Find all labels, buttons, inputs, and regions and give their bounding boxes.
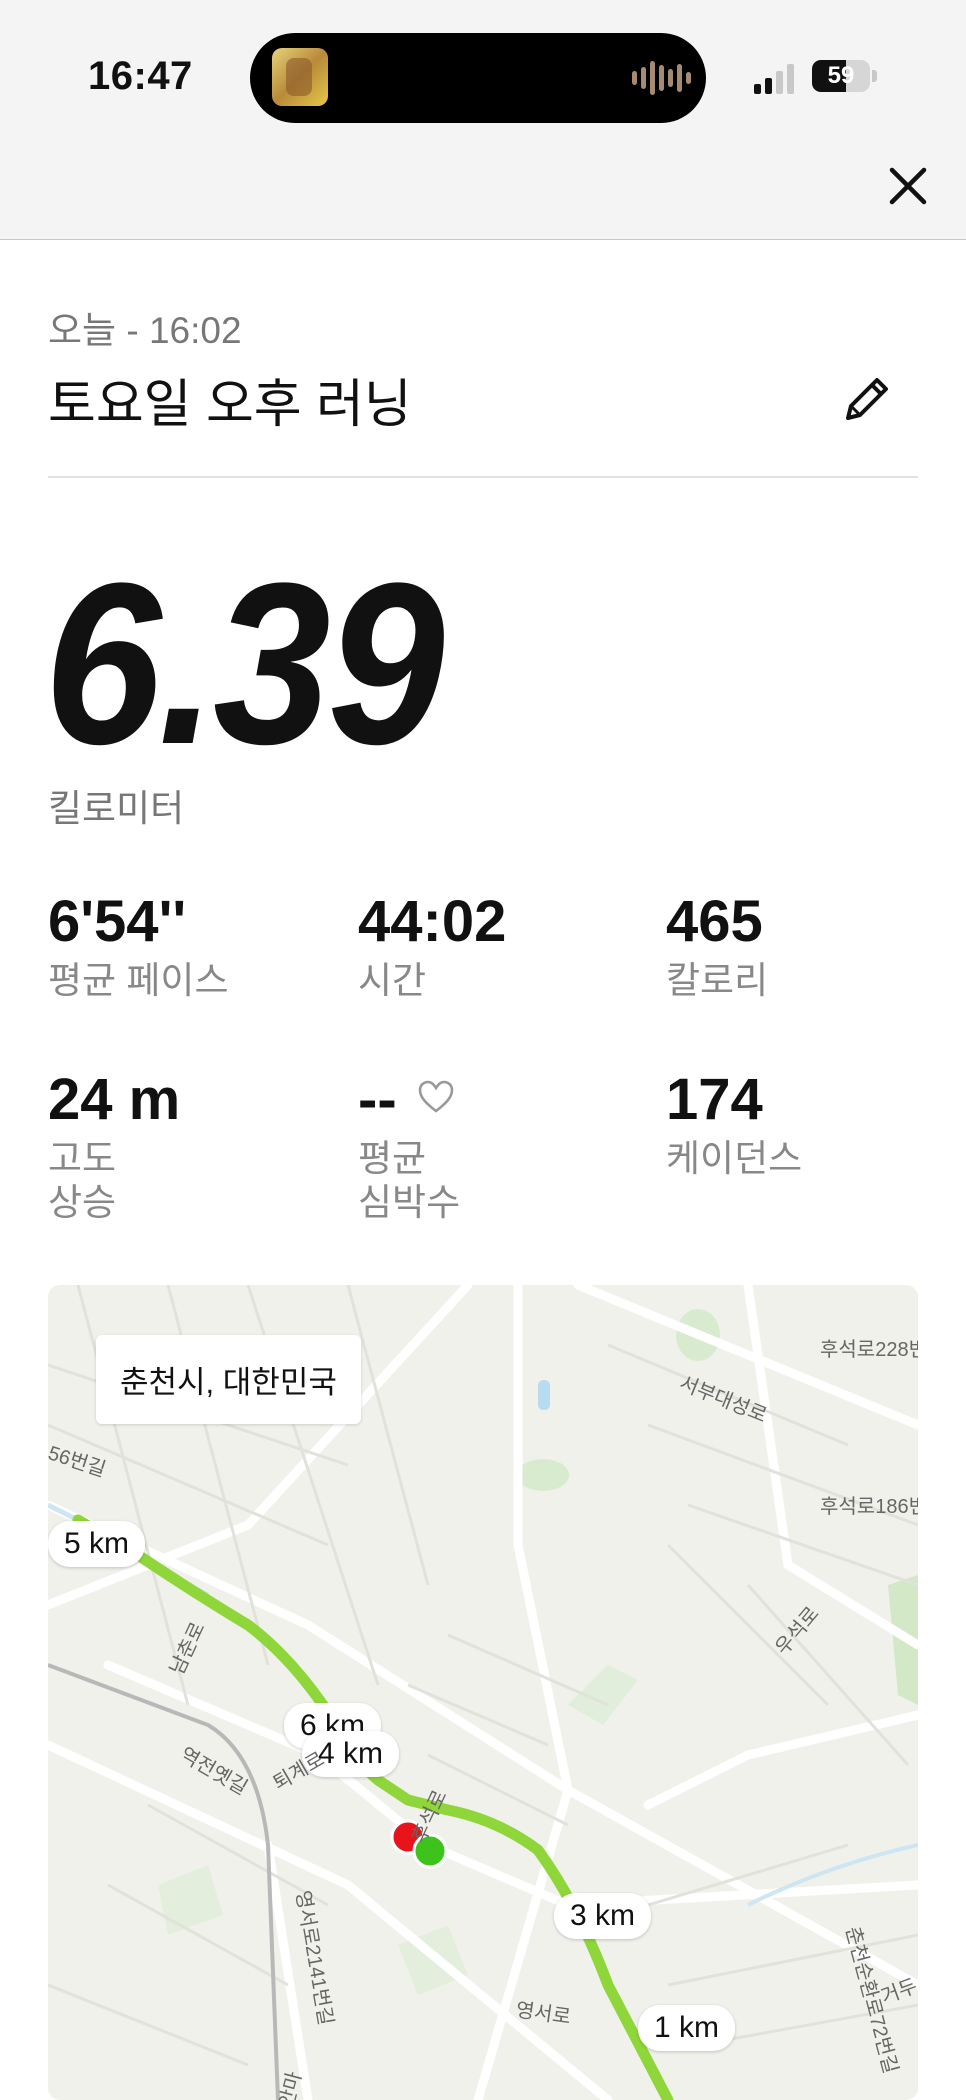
street-label: 후석로186번	[820, 1496, 918, 1518]
activity-title: 토요일 오후 러닝	[48, 376, 412, 434]
heart-icon	[418, 1080, 454, 1113]
status-bar: 16:47 59	[0, 0, 966, 240]
map-location-label: 춘천시, 대한민국	[96, 1335, 361, 1424]
elevation-label-line2: 상승	[48, 1182, 117, 1223]
battery-percent: 59	[827, 62, 855, 89]
km-marker-1: 1 km	[638, 2005, 736, 2051]
distance-unit: 킬로미터	[48, 788, 185, 829]
route-map[interactable]: 춘천시, 대한민국 5 km 6 km 4 km 3 km 1 km 후석로22…	[48, 1285, 918, 2100]
battery-icon: 59	[812, 60, 870, 92]
cellular-signal-icon	[754, 62, 794, 94]
pencil-icon[interactable]	[836, 370, 896, 430]
street-label: 후석로228번	[820, 1339, 918, 1361]
cadence-label: 케이던스	[666, 1138, 803, 1179]
elevation-label-line1: 고도	[48, 1138, 117, 1179]
battery-cap	[872, 70, 877, 82]
activity-date: 오늘 - 16:02	[48, 310, 242, 351]
duration-value: 44:02	[358, 889, 507, 954]
elevation-value: 24 m	[48, 1067, 181, 1132]
heart-rate-value: --	[358, 1067, 397, 1132]
audio-waveform-icon	[632, 58, 691, 98]
now-playing-artwork[interactable]	[272, 48, 328, 106]
heart-rate-label-line1: 평균	[358, 1138, 427, 1179]
duration-label: 시간	[358, 960, 427, 1001]
avg-pace-value: 6'54''	[48, 889, 187, 954]
calories-label: 칼로리	[666, 960, 769, 1001]
heart-rate-label-line2: 심박수	[358, 1182, 461, 1223]
cadence-value: 174	[666, 1067, 763, 1132]
calories-value: 465	[666, 889, 763, 954]
status-time: 16:47	[88, 54, 193, 98]
distance-value: 6.39	[44, 535, 445, 792]
km-marker-3: 3 km	[554, 1893, 652, 1939]
close-icon[interactable]	[886, 164, 930, 208]
header-divider	[48, 476, 918, 478]
km-marker-5: 5 km	[48, 1521, 146, 1567]
avg-pace-label: 평균 페이스	[48, 960, 229, 1001]
route-line	[72, 1514, 674, 2100]
